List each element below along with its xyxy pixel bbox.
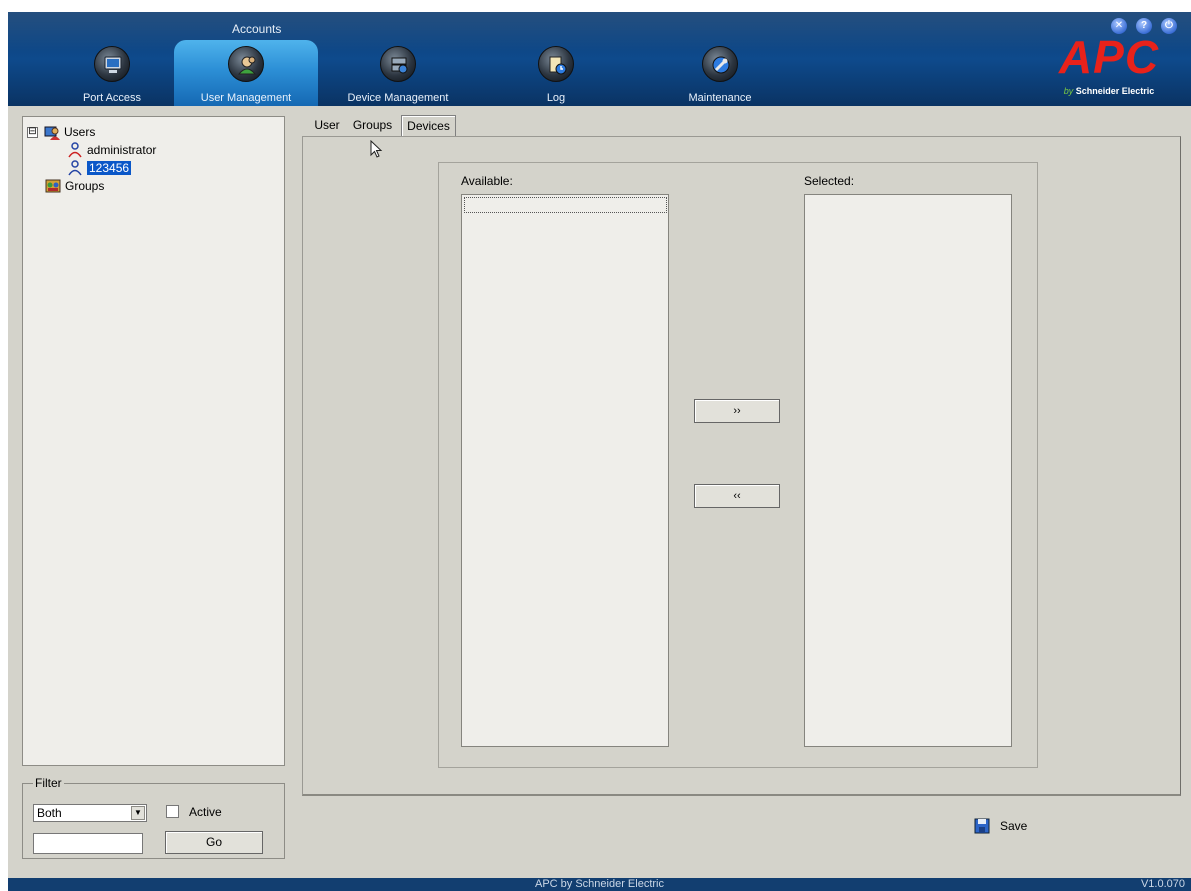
tree-label-users: Users xyxy=(64,125,96,139)
tree-node-user[interactable]: 123456 xyxy=(67,159,132,177)
nav-tab-label: Log xyxy=(546,92,566,104)
user-icon xyxy=(68,160,82,176)
nav-tab-user-management[interactable]: User Management xyxy=(174,40,318,106)
go-button[interactable]: Go xyxy=(165,831,263,854)
active-checkbox[interactable] xyxy=(166,805,179,818)
save-label: Save xyxy=(1000,819,1028,833)
save-button[interactable]: Save xyxy=(974,818,1027,834)
remove-from-selected-button[interactable]: ‹‹ xyxy=(694,484,780,508)
logout-icon[interactable]: ⏻ xyxy=(1161,18,1177,34)
port-access-icon xyxy=(94,46,130,82)
tree-label-groups: Groups xyxy=(65,179,105,193)
nav-tab-label: Maintenance xyxy=(688,92,752,104)
tab-user[interactable]: User xyxy=(310,115,344,136)
tree-label-user: administrator xyxy=(87,143,157,157)
tree-node-user[interactable]: administrator xyxy=(67,141,156,159)
nav-tab-device-management[interactable]: Device Management xyxy=(328,40,468,106)
available-label: Available: xyxy=(461,174,513,188)
section-label: Accounts xyxy=(232,22,282,36)
device-management-icon xyxy=(380,46,416,82)
filter-group: Filter Both ▼ Active Go xyxy=(22,776,285,859)
tab-groups[interactable]: Groups xyxy=(347,115,398,136)
save-icon xyxy=(974,818,990,834)
nav-tab-label: Port Access xyxy=(82,92,142,104)
active-label: Active xyxy=(189,805,222,819)
groups-icon xyxy=(45,179,61,193)
users-icon xyxy=(44,126,60,140)
tree-node-users[interactable]: ⊟ Users xyxy=(27,123,95,141)
available-list[interactable] xyxy=(461,194,669,747)
chevron-down-icon[interactable]: ▼ xyxy=(131,806,145,820)
nav-tab-port-access[interactable]: Port Access xyxy=(52,40,172,106)
selected-list[interactable] xyxy=(804,194,1012,747)
version-label: V1.0.070 xyxy=(1140,878,1185,890)
tree-node-groups[interactable]: Groups xyxy=(45,177,104,195)
nav-tab-maintenance[interactable]: Maintenance xyxy=(660,40,780,106)
maintenance-icon xyxy=(702,46,738,82)
logo-brand: APC xyxy=(1058,31,1160,83)
tab-devices[interactable]: Devices xyxy=(401,115,456,136)
user-icon xyxy=(68,142,82,158)
filter-type-select[interactable]: Both ▼ xyxy=(33,804,147,822)
filter-type-value: Both xyxy=(37,806,62,820)
main-area: ⊟ Users administrator 123456 Groups Filt… xyxy=(8,106,1191,878)
filter-legend: Filter xyxy=(33,776,64,790)
add-to-selected-button[interactable]: ›› xyxy=(694,399,780,423)
filter-text-input[interactable] xyxy=(33,833,143,854)
logo-subtitle: by Schneider Electric xyxy=(1063,86,1155,96)
log-icon xyxy=(538,46,574,82)
selected-label: Selected: xyxy=(804,174,855,188)
list-focus-row[interactable] xyxy=(464,197,667,213)
top-navigation-bar: Accounts Port Access User Management Dev… xyxy=(8,12,1191,106)
nav-tab-label: Device Management xyxy=(347,92,449,104)
nav-tab-log[interactable]: Log xyxy=(506,40,606,106)
status-bar: APC by Schneider Electric V1.0.070 xyxy=(8,878,1191,891)
mouse-cursor-icon xyxy=(370,140,383,158)
tree-label-user-selected: 123456 xyxy=(87,161,132,175)
collapse-icon[interactable]: ⊟ xyxy=(27,126,38,138)
apc-logo: APC by Schneider Electric xyxy=(1041,34,1177,106)
footer-brand: APC by Schneider Electric xyxy=(535,878,664,890)
user-tree: ⊟ Users administrator 123456 Groups xyxy=(22,116,285,766)
nav-tab-label: User Management xyxy=(200,92,292,104)
user-management-icon xyxy=(228,46,264,82)
